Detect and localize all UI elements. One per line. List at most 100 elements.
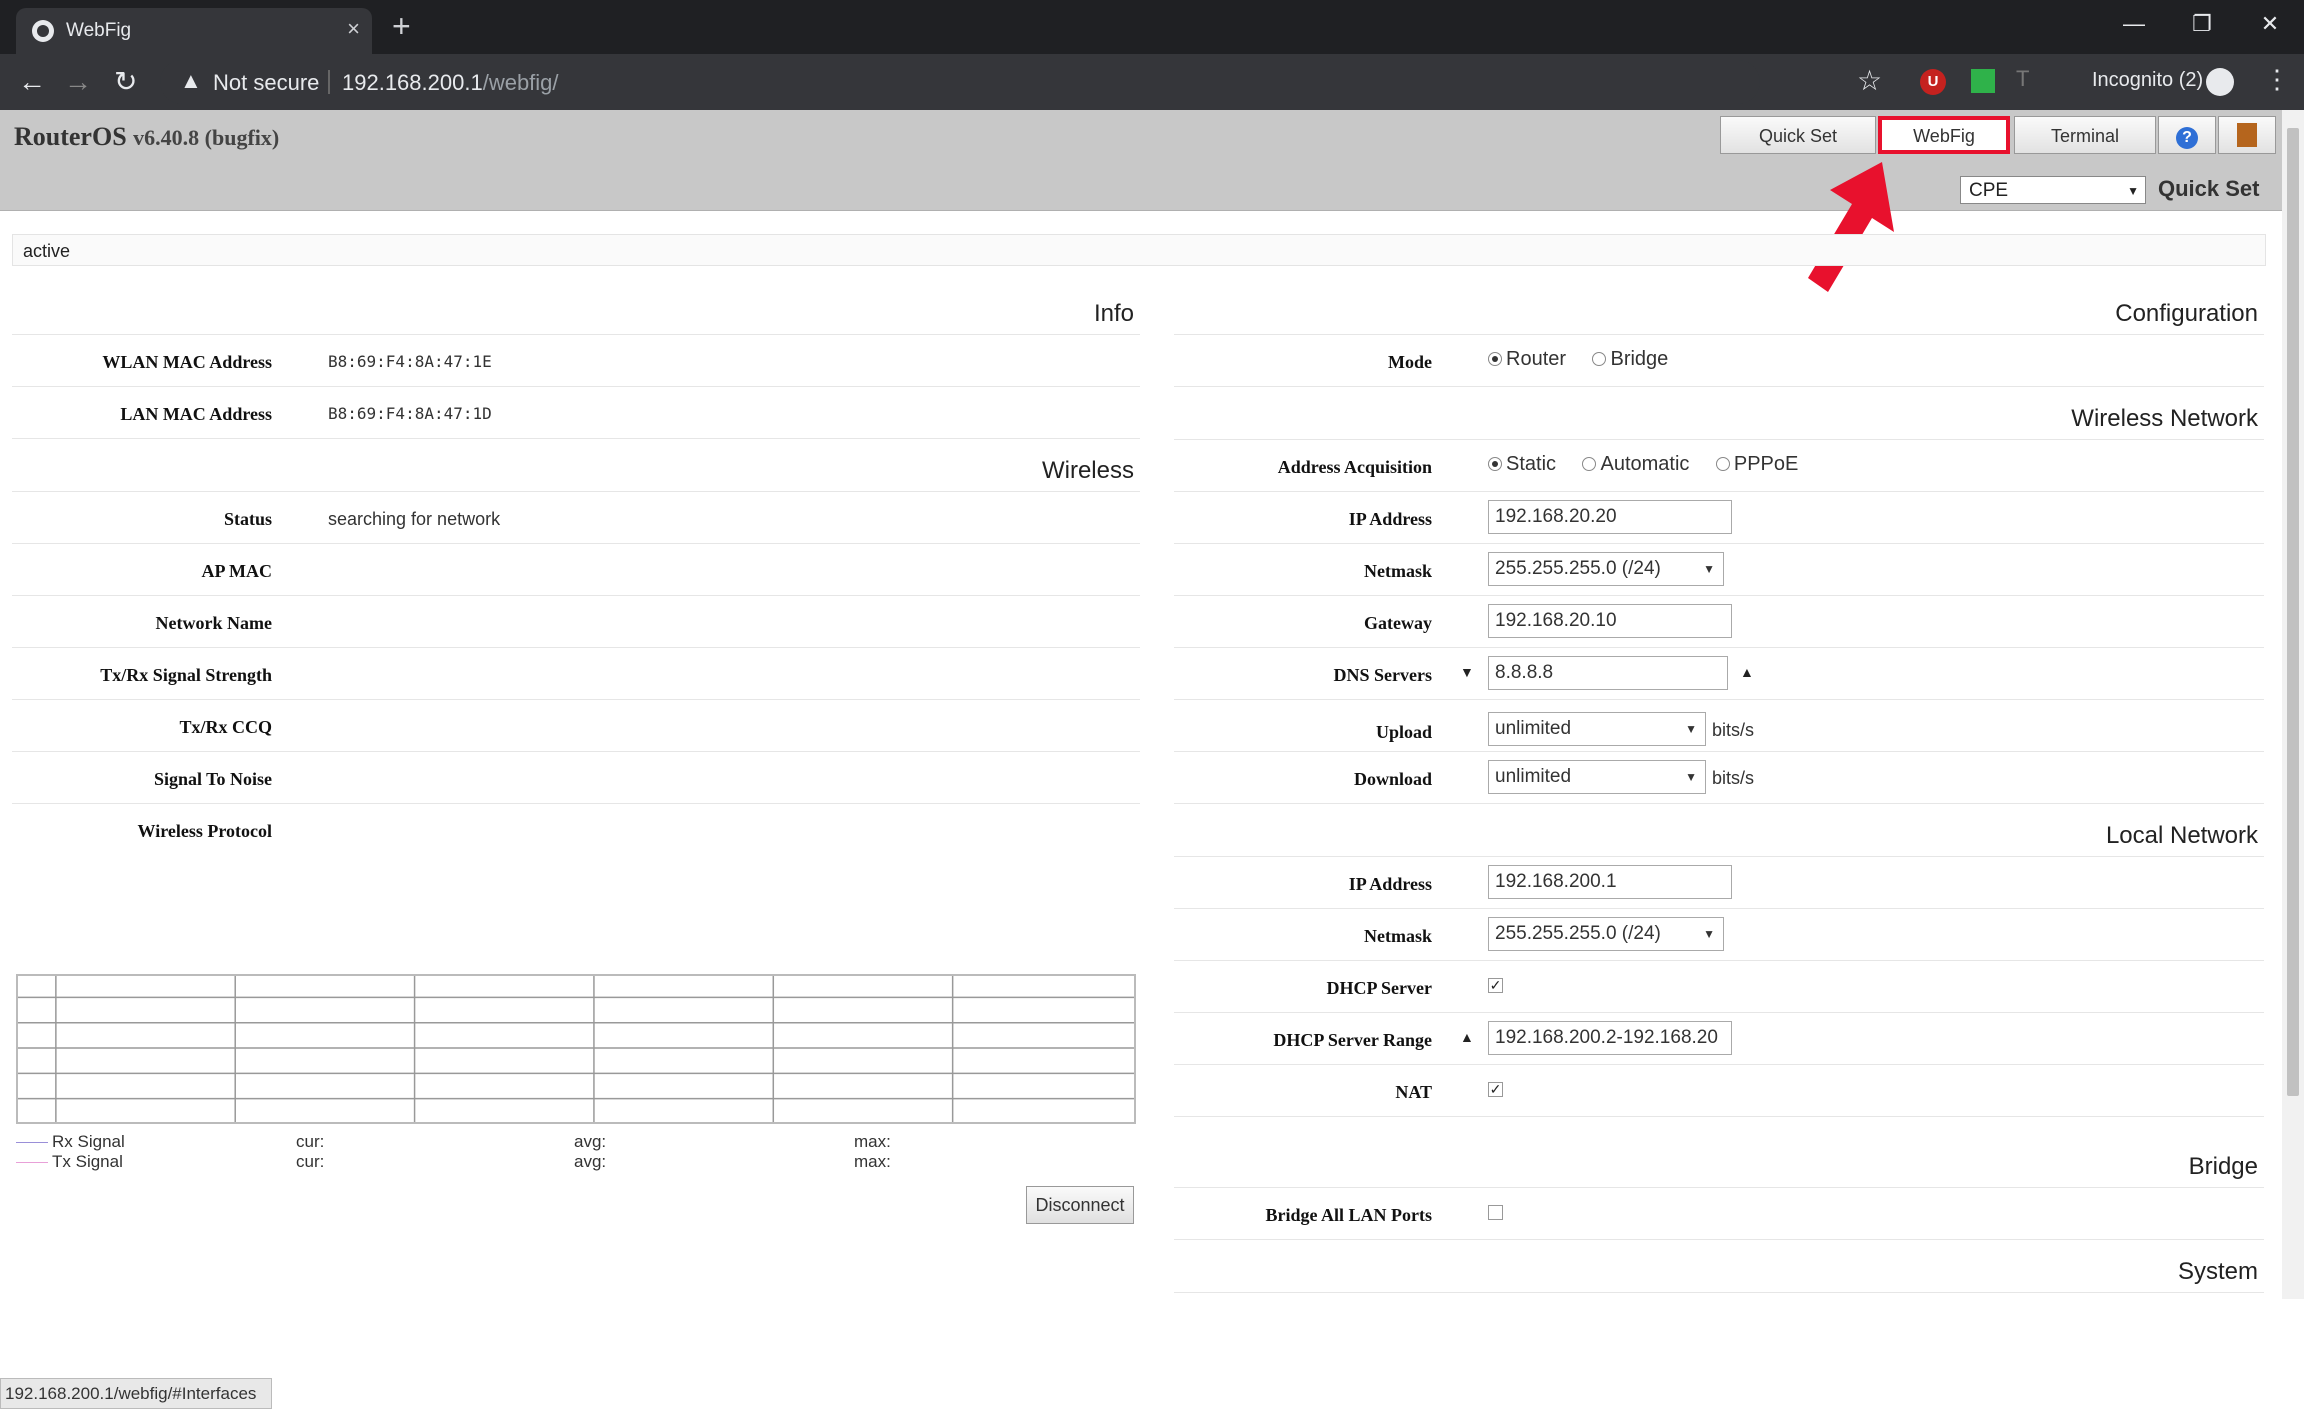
gateway-row: Gateway 192.168.20.10: [1174, 596, 2264, 648]
webfig-button[interactable]: WebFig: [1878, 116, 2010, 154]
disconnect-button[interactable]: Disconnect: [1026, 1186, 1134, 1224]
bridge-ports-checkbox[interactable]: [1488, 1205, 1503, 1220]
wireless-network-title: Wireless Network: [2071, 405, 2258, 432]
text-extension-icon[interactable]: T: [2016, 66, 2029, 92]
close-tab-icon[interactable]: ×: [347, 16, 360, 42]
lan-ip-input[interactable]: 192.168.200.1: [1488, 865, 1732, 899]
protocol-label: Wireless Protocol: [137, 821, 272, 841]
download-select[interactable]: unlimited ▼: [1488, 760, 1706, 794]
lan-netmask-select[interactable]: 255.255.255.0 (/24) ▼: [1488, 917, 1724, 951]
address-bar[interactable]: ▲ Not secure 192.168.200.1/webfig/: [160, 60, 1760, 104]
ublock-extension-icon[interactable]: U: [1920, 69, 1946, 95]
tab-title: WebFig: [66, 20, 132, 41]
incognito-icon[interactable]: [2206, 68, 2234, 96]
restore-icon[interactable]: ❐: [2168, 0, 2236, 48]
lan-ip-label: IP Address: [1348, 874, 1432, 894]
mode-router-radio[interactable]: Router: [1488, 343, 1566, 375]
new-tab-icon[interactable]: +: [392, 6, 411, 46]
dns-collapse-icon[interactable]: ▼: [1460, 664, 1474, 680]
reload-icon[interactable]: ↻: [114, 64, 137, 100]
download-label: Download: [1353, 769, 1432, 789]
info-section-header: Info: [12, 282, 1140, 335]
logout-button[interactable]: [2218, 116, 2276, 154]
upload-select[interactable]: unlimited ▼: [1488, 712, 1706, 746]
right-column: Configuration Mode Router Bridge Wireles…: [1174, 282, 2264, 1293]
wireless-network-section-header: Wireless Network: [1174, 387, 2264, 440]
upload-value: unlimited: [1495, 718, 1572, 739]
bridge-ports-label: Bridge All LAN Ports: [1265, 1205, 1433, 1225]
snr-label: Signal To Noise: [153, 769, 272, 789]
nat-row: NAT ✓: [1174, 1065, 2264, 1117]
back-icon[interactable]: ←: [18, 64, 46, 100]
ccq-label: Tx/Rx CCQ: [179, 717, 272, 737]
acq-automatic-radio[interactable]: Automatic: [1582, 448, 1689, 480]
scrollbar[interactable]: [2282, 110, 2304, 1299]
browser-tab-strip: WebFig × + — ❐ ✕: [0, 0, 2304, 54]
tx-legend: Tx Signal: [16, 1152, 123, 1172]
address-acquisition-radio-group: Static Automatic PPPoE: [1488, 448, 1820, 482]
nat-checkbox[interactable]: ✓: [1488, 1082, 1503, 1097]
radio-checked-icon: [1488, 352, 1502, 366]
browser-tab[interactable]: WebFig ×: [16, 8, 372, 54]
chevron-down-icon: ▼: [2127, 184, 2139, 198]
dns-label: DNS Servers: [1333, 665, 1432, 685]
lan-mac-value: B8:69:F4:8A:47:1D: [328, 404, 492, 423]
local-network-title: Local Network: [2105, 822, 2258, 849]
dhcp-server-label: DHCP Server: [1326, 978, 1432, 998]
chevron-down-icon: ▼: [1685, 722, 1697, 736]
wan-ip-input[interactable]: 192.168.20.20: [1488, 500, 1732, 534]
network-name-row: Network Name: [12, 596, 1140, 648]
download-row: Download unlimited ▼ bits/s: [1174, 752, 2264, 804]
protocol-row: Wireless Protocol: [12, 804, 1140, 855]
webfig-page: RouterOS v6.40.8 (bugfix) Quick Set WebF…: [0, 110, 2282, 1409]
help-icon: ?: [2176, 127, 2198, 149]
radio-unchecked-icon: [1715, 457, 1730, 471]
bookmark-star-icon[interactable]: ☆: [1857, 64, 1882, 97]
tx-cur: cur:: [296, 1152, 325, 1171]
rx-cur: cur:: [296, 1132, 325, 1151]
menu-icon[interactable]: ⋮: [2264, 64, 2290, 95]
gateway-input[interactable]: 192.168.20.10: [1488, 604, 1732, 638]
globe-icon: [32, 20, 54, 42]
security-label: Not secure: [213, 70, 320, 95]
wan-netmask-row: Netmask 255.255.255.0 (/24) ▼: [1174, 544, 2264, 596]
wireless-status-value: searching for network: [328, 509, 501, 529]
dhcp-range-input[interactable]: 192.168.200.2-192.168.20: [1488, 1021, 1732, 1055]
terminal-button[interactable]: Terminal: [2014, 116, 2156, 154]
wireless-status-row: Status searching for network: [12, 492, 1140, 544]
warning-icon: ▲: [180, 68, 202, 93]
minimize-icon[interactable]: —: [2100, 0, 2168, 48]
scrollbar-thumb[interactable]: [2287, 128, 2299, 1096]
signal-strength-row: Tx/Rx Signal Strength: [12, 648, 1140, 700]
chevron-down-icon: ▼: [1685, 770, 1697, 784]
mode-router-label: Router: [1506, 348, 1567, 370]
system-title: System: [2177, 1258, 2258, 1285]
wireless-section-header: Wireless: [12, 439, 1140, 492]
nat-label: NAT: [1395, 1082, 1432, 1102]
system-section-header: System: [1174, 1240, 2264, 1293]
bridge-title: Bridge: [2188, 1153, 2258, 1180]
dhcp-server-checkbox[interactable]: ✓: [1488, 978, 1503, 993]
quickset-mode-select[interactable]: CPE ▼: [1960, 176, 2146, 204]
dhcp-range-label: DHCP Server Range: [1273, 1030, 1432, 1050]
radio-checked-icon: [1488, 457, 1502, 471]
acq-static-radio[interactable]: Static: [1488, 448, 1556, 480]
chevron-down-icon: ▼: [1703, 927, 1715, 941]
green-extension-icon[interactable]: [1971, 69, 1995, 93]
acq-pppoe-radio[interactable]: PPPoE: [1715, 448, 1798, 480]
dhcp-range-add-icon[interactable]: ▲: [1460, 1029, 1474, 1045]
upload-unit: bits/s: [1712, 720, 1755, 740]
wlan-mac-value: B8:69:F4:8A:47:1E: [328, 352, 492, 371]
help-button[interactable]: ?: [2158, 116, 2216, 154]
quickset-button[interactable]: Quick Set: [1720, 116, 1876, 154]
dns-add-icon[interactable]: ▲: [1740, 664, 1754, 680]
forward-icon[interactable]: →: [64, 64, 92, 100]
mode-bridge-radio[interactable]: Bridge: [1592, 343, 1668, 375]
logout-icon: [2237, 123, 2257, 147]
dns-input[interactable]: 8.8.8.8: [1488, 656, 1728, 690]
mode-bridge-label: Bridge: [1610, 348, 1669, 370]
close-window-icon[interactable]: ✕: [2236, 0, 2304, 48]
wlan-mac-label: WLAN MAC Address: [102, 352, 272, 372]
wan-netmask-select[interactable]: 255.255.255.0 (/24) ▼: [1488, 552, 1724, 586]
dhcp-range-row: DHCP Server Range ▲ 192.168.200.2-192.16…: [1174, 1013, 2264, 1065]
